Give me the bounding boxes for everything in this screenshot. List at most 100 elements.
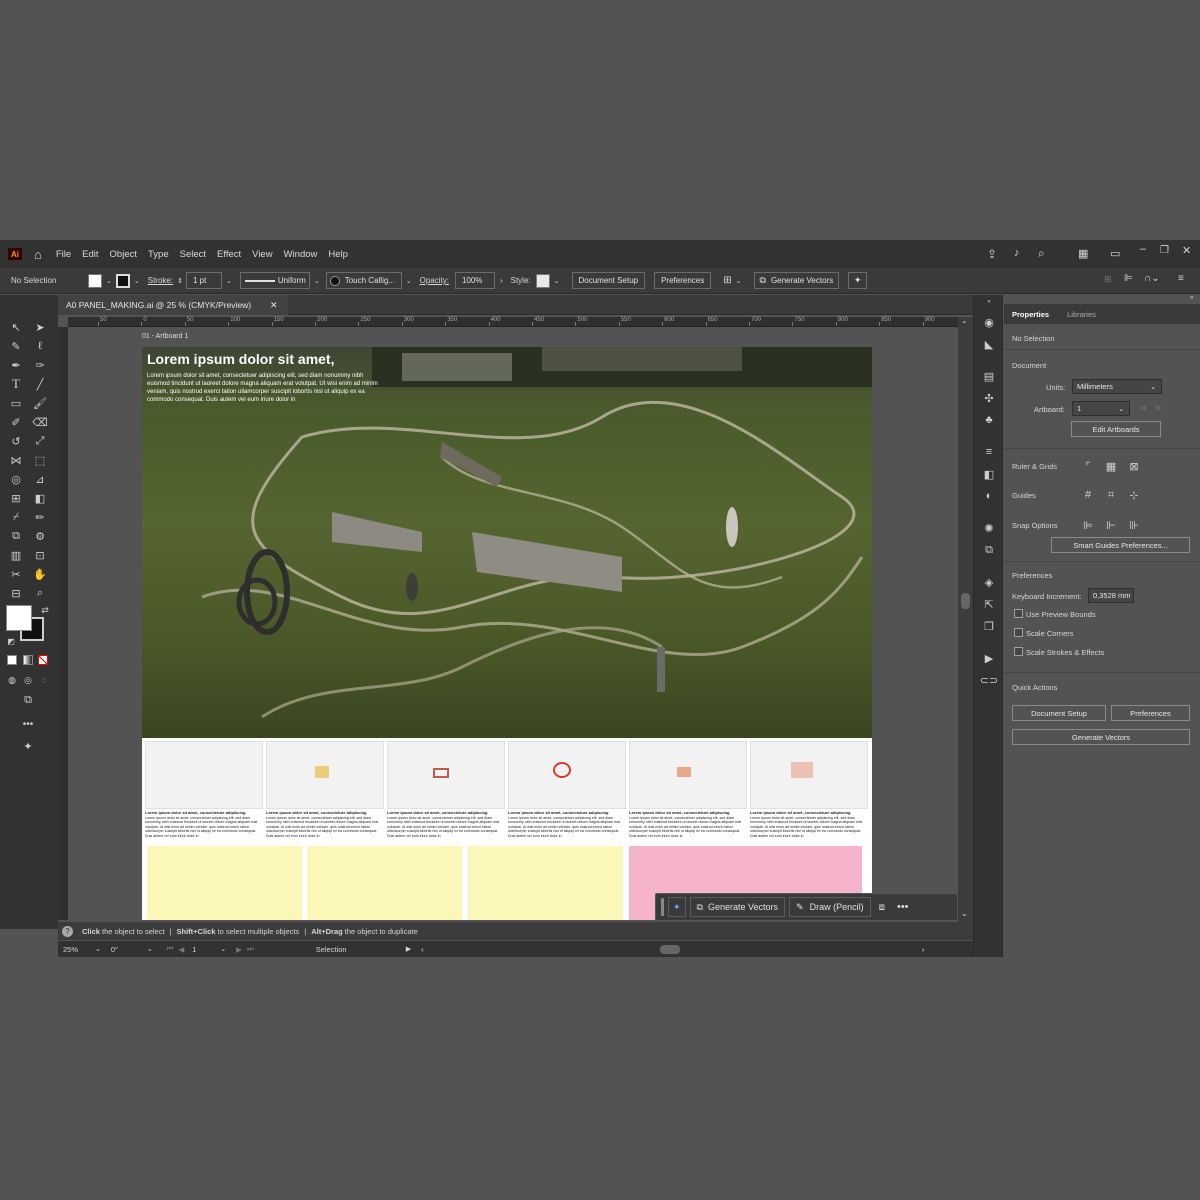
- lock-guides-icon[interactable]: ⌗: [1103, 487, 1119, 503]
- fill-swatch[interactable]: [88, 273, 102, 288]
- print-tiling-tool-icon[interactable]: ⊟: [8, 585, 24, 601]
- quick-preferences-button[interactable]: Preferences: [1111, 705, 1190, 721]
- generate-vectors-task-button[interactable]: ⧉ Generate Vectors: [689, 897, 786, 917]
- scroll-thumb[interactable]: [961, 593, 970, 609]
- drag-handle[interactable]: [661, 898, 664, 916]
- status-mode[interactable]: Selection: [316, 945, 406, 954]
- horizontal-scroll-thumb[interactable]: [659, 944, 680, 954]
- artboard[interactable]: Lorem ipsum dolor sit amet, Lorem ipsum …: [142, 347, 872, 920]
- chevron-right-icon[interactable]: ›: [500, 276, 503, 285]
- next-artboard-icon[interactable]: ▶: [1156, 403, 1162, 412]
- chevron-down-icon[interactable]: ⌄: [147, 945, 153, 953]
- zoom-level-field[interactable]: 25%: [63, 945, 95, 954]
- quick-generate-vectors-button[interactable]: Generate Vectors: [1012, 729, 1190, 745]
- tab-libraries[interactable]: Libraries: [1067, 310, 1096, 319]
- none-mode-icon[interactable]: [38, 655, 48, 665]
- curvature-tool-icon[interactable]: ✑: [32, 357, 48, 373]
- artboard-number-field[interactable]: 1: [192, 945, 220, 954]
- snap-icon[interactable]: ∩⌄: [1144, 273, 1160, 284]
- use-preview-bounds-checkbox[interactable]: [1014, 609, 1023, 618]
- next-artboard-icon[interactable]: ▶: [236, 945, 242, 954]
- generate-vectors-button[interactable]: ⧉ Generate Vectors: [753, 272, 840, 289]
- menu-select[interactable]: Select: [180, 249, 206, 260]
- canvas[interactable]: 01 - Artboard 1 Lorem ipsum dolor sit am…: [68, 327, 958, 920]
- appearance-icon[interactable]: ◐: [982, 489, 996, 503]
- width-tool-icon[interactable]: ⋈: [8, 452, 24, 468]
- stroke-weight-field[interactable]: 1 pt: [185, 272, 222, 289]
- symbol-sprayer-tool-icon[interactable]: ⚙: [32, 528, 48, 544]
- links-icon[interactable]: ⊂⊃: [980, 673, 998, 687]
- scale-tool-icon[interactable]: ⤢: [32, 433, 48, 449]
- rectangle-tool-icon[interactable]: ▭: [8, 395, 24, 411]
- column-graph-tool-icon[interactable]: ▥: [8, 547, 24, 563]
- more-options-icon[interactable]: •••: [897, 901, 909, 913]
- transparency-icon[interactable]: ◧: [982, 467, 996, 481]
- close-tab-icon[interactable]: ✕: [270, 300, 278, 311]
- gradient-panel-icon[interactable]: ◣: [982, 337, 996, 351]
- document-tab[interactable]: A0 PANEL_MAKING.ai @ 25 % (CMYK/Preview)…: [58, 295, 288, 315]
- menu-effect[interactable]: Effect: [217, 249, 241, 260]
- eyedropper-tool-icon[interactable]: ⌿: [8, 509, 24, 525]
- status-menu-icon[interactable]: ▶: [406, 945, 411, 953]
- layers-icon[interactable]: ◈: [982, 575, 996, 589]
- arrange-icon[interactable]: ▭: [1110, 247, 1120, 260]
- menu-help[interactable]: Help: [328, 249, 348, 260]
- align-icon[interactable]: ⊞: [723, 275, 731, 286]
- stroke-panel-icon[interactable]: ≡: [982, 445, 996, 459]
- measure-tool-icon[interactable]: ✏: [32, 509, 48, 525]
- grid-icon[interactable]: ⊞: [1104, 274, 1112, 285]
- menu-object[interactable]: Object: [110, 249, 137, 260]
- direct-selection-tool-icon[interactable]: ➤: [32, 319, 48, 335]
- quick-document-setup-button[interactable]: Document Setup: [1012, 705, 1106, 721]
- stroke-swatch[interactable]: [115, 273, 130, 288]
- draw-behind-icon[interactable]: ◎: [20, 672, 36, 688]
- vertical-scrollbar[interactable]: ⌃ ⌄: [958, 317, 973, 922]
- grid-icon[interactable]: ▦: [1103, 458, 1119, 474]
- color-mode-icon[interactable]: [7, 655, 17, 665]
- artboards-icon[interactable]: ❐: [982, 619, 996, 633]
- scroll-right-icon[interactable]: ›: [922, 945, 925, 954]
- placeholder-block-2[interactable]: [307, 846, 462, 920]
- selection-tool-icon[interactable]: ↖: [8, 319, 24, 335]
- scale-corners-checkbox[interactable]: [1014, 628, 1023, 637]
- chevron-down-icon[interactable]: ⌄: [736, 277, 742, 285]
- minimize-icon[interactable]: –: [1140, 243, 1146, 255]
- scale-corners-label[interactable]: Scale Corners: [1026, 629, 1074, 638]
- type-tool-icon[interactable]: T: [8, 376, 24, 392]
- snap-to-glyph-icon[interactable]: ⊪: [1126, 517, 1142, 533]
- artboard-dropdown[interactable]: 1 ⌄: [1072, 401, 1130, 416]
- blend-tool-icon[interactable]: ⧉: [8, 528, 24, 544]
- fill-color-box[interactable]: [6, 605, 32, 631]
- pen-tool-icon[interactable]: ✒: [8, 357, 24, 373]
- ruler-icon[interactable]: ⌜: [1080, 458, 1096, 474]
- chevron-down-icon[interactable]: ⌄: [406, 277, 412, 285]
- more-tools-icon[interactable]: •••: [20, 716, 36, 732]
- units-dropdown[interactable]: Millimeters ⌄: [1072, 379, 1162, 394]
- transparency-grid-icon[interactable]: ⊠: [1126, 458, 1142, 474]
- swatches-icon[interactable]: ▤: [982, 369, 996, 383]
- asset-export-icon[interactable]: ⧉: [982, 543, 996, 557]
- expand-arrows-icon[interactable]: »: [1190, 295, 1193, 301]
- snap-to-pixel-icon[interactable]: ⊩: [1103, 517, 1119, 533]
- help-icon[interactable]: ?: [62, 925, 73, 937]
- prev-artboard-icon[interactable]: ◀: [179, 945, 185, 954]
- generate-sparkle-button[interactable]: ✦: [668, 897, 686, 917]
- symbols-icon[interactable]: ♣: [982, 413, 996, 427]
- opacity-label[interactable]: Opacity:: [420, 276, 449, 285]
- panel-menu-icon[interactable]: ≡: [1178, 273, 1184, 284]
- vertical-ruler[interactable]: [58, 327, 68, 920]
- distribute-icon[interactable]: ⊫: [1124, 273, 1133, 284]
- smart-guides-icon[interactable]: ⊹: [1126, 487, 1142, 503]
- edit-artboards-button[interactable]: Edit Artboards: [1071, 421, 1161, 437]
- screen-mode-icon[interactable]: ⧉: [20, 692, 36, 708]
- placeholder-block-1[interactable]: [147, 846, 302, 920]
- draw-inside-icon[interactable]: ◌: [36, 672, 52, 688]
- chevron-down-icon[interactable]: ⌄: [134, 277, 140, 285]
- color-guide-icon[interactable]: ◉: [982, 315, 996, 329]
- chevron-down-icon[interactable]: ⌄: [95, 945, 101, 953]
- last-artboard-icon[interactable]: ⏭: [247, 944, 254, 954]
- menu-edit[interactable]: Edit: [82, 249, 98, 260]
- menu-window[interactable]: Window: [284, 249, 318, 260]
- lasso-tool-icon[interactable]: ℓ: [32, 338, 48, 354]
- gradient-tool-icon[interactable]: ◧: [32, 490, 48, 506]
